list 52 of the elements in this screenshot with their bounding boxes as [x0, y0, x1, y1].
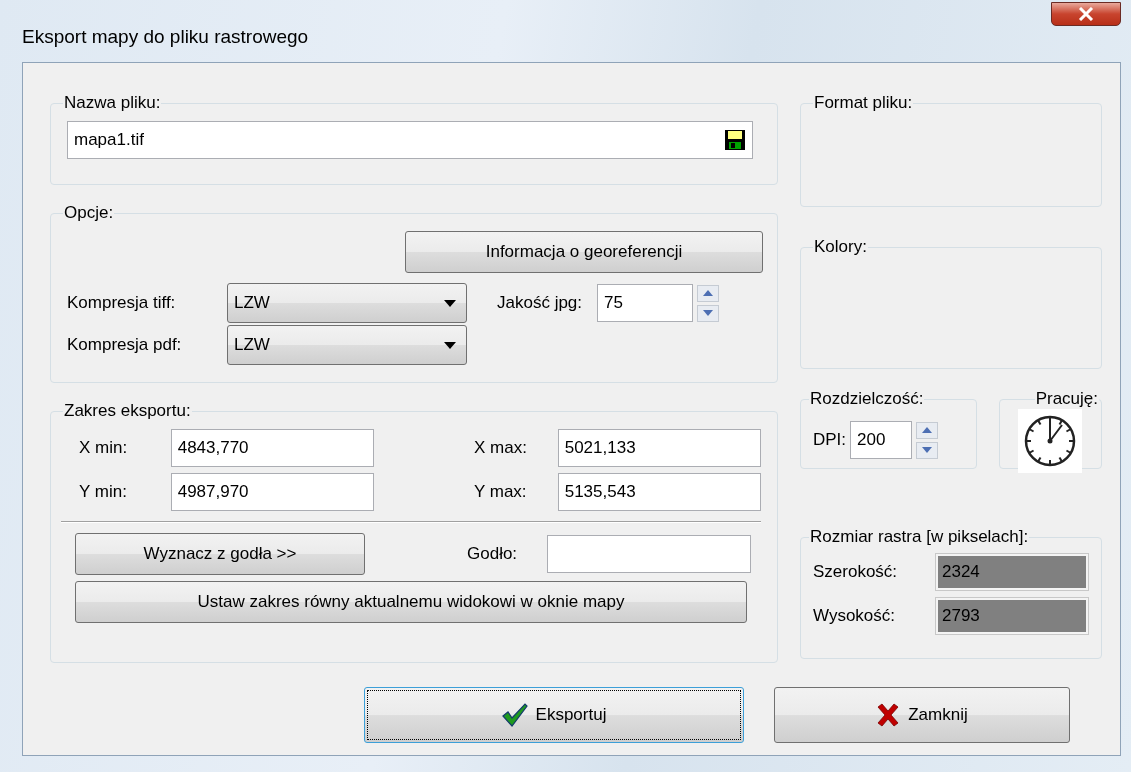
window-title: Eksport mapy do pliku rastrowego	[22, 26, 309, 48]
height-value-field: 2793	[935, 597, 1089, 635]
field-label: Kompresja pdf:	[67, 335, 183, 355]
field-label: Godło:	[467, 544, 519, 564]
dropdown-caret-icon	[444, 341, 456, 349]
field-label: Wysokość:	[813, 606, 897, 626]
set-extent-button[interactable]: Ustaw zakres równy aktualnemu widokowi w oknie mapy	[75, 581, 747, 623]
group-label: Zakres eksportu:	[63, 401, 192, 421]
field-label: X min:	[78, 438, 129, 458]
pdf-compression-dropdown[interactable]: LZW	[227, 325, 467, 365]
georeference-info-button[interactable]: Informacja o georeferencji	[405, 231, 763, 273]
field-label: X max:	[474, 438, 528, 458]
group-label: Pracuję:	[1034, 389, 1099, 409]
coordinate-field[interactable]: 5135,543	[557, 473, 761, 511]
file-name-field[interactable]: mapa1.tif	[67, 121, 753, 159]
coordinate-field[interactable]: 4987,970	[170, 473, 374, 511]
field-label: DPI:	[813, 430, 847, 450]
group-label: Format pliku:	[813, 93, 914, 113]
close-dialog-button[interactable]: Zamknij	[774, 687, 1070, 743]
dropdown-caret-icon	[444, 299, 456, 307]
close-button[interactable]	[1051, 2, 1121, 26]
field-label: Jakość jpg:	[497, 293, 584, 313]
export-button[interactable]: Eksportuj	[364, 687, 744, 743]
jpg-quality-field[interactable]: 75	[597, 284, 693, 322]
group-label: Kolory:	[813, 237, 868, 257]
clock-icon	[1018, 409, 1083, 473]
field-label: Szerokość:	[813, 562, 899, 582]
close-icon	[1078, 7, 1094, 21]
group-label: Rozdzielczość:	[809, 389, 925, 409]
field-label: Kompresja tiff:	[67, 293, 177, 313]
grid-field[interactable]	[547, 535, 751, 573]
spin-up-button[interactable]	[697, 284, 719, 302]
checkmark-icon	[501, 703, 528, 727]
coordinate-field[interactable]: 5021,133	[557, 429, 761, 467]
group-label: Nazwa pliku:	[63, 93, 162, 113]
width-value-field: 2324	[935, 553, 1089, 591]
spin-up-button[interactable]	[916, 421, 939, 439]
group-label: Opcje:	[63, 203, 115, 223]
group-label: Rozmiar rastra [w pikselach]:	[809, 527, 1030, 547]
spin-down-button[interactable]	[697, 304, 719, 322]
cross-icon	[876, 703, 901, 727]
down-arrow-icon	[703, 310, 713, 316]
down-arrow-icon	[922, 447, 933, 453]
up-arrow-icon	[703, 290, 713, 296]
coordinate-field[interactable]: 4843,770	[170, 429, 374, 467]
up-arrow-icon	[922, 427, 933, 433]
tiff-compression-dropdown[interactable]: LZW	[227, 283, 467, 323]
field-label: Y max:	[474, 482, 528, 502]
dpi-field[interactable]: 200	[850, 421, 913, 459]
from-grid-button[interactable]: Wyznacz z godła >>	[75, 533, 365, 575]
spin-down-button[interactable]	[916, 441, 939, 459]
field-label: Y min:	[78, 482, 128, 502]
